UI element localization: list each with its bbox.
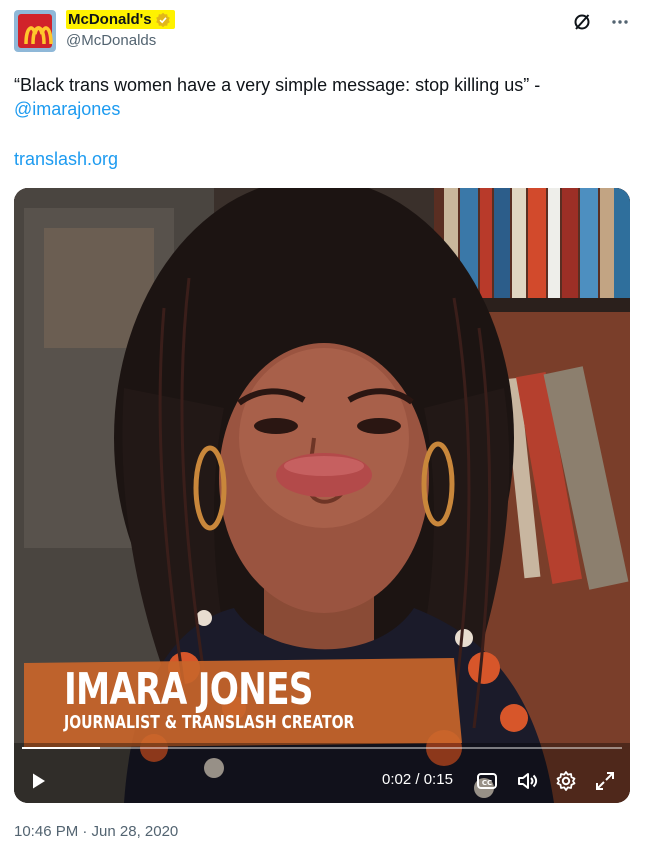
video-progress-fill [22, 747, 100, 749]
volume-icon[interactable] [516, 770, 538, 792]
play-icon[interactable] [30, 772, 48, 790]
time-separator: / [415, 771, 420, 788]
duration: 0:15 [423, 771, 453, 788]
verified-gold-badge-icon [155, 12, 170, 27]
video-controls: 0:02 / 0:15 CC [14, 762, 630, 798]
svg-text:CC: CC [482, 779, 492, 787]
display-name[interactable]: McDonald's [68, 11, 152, 28]
current-time: 0:02 [382, 771, 412, 788]
fullscreen-icon[interactable] [594, 770, 616, 792]
mention-link[interactable]: @imarajones [14, 99, 120, 119]
settings-icon[interactable] [555, 770, 577, 792]
grok-icon[interactable] [572, 12, 592, 32]
handle[interactable]: @McDonalds [66, 32, 175, 49]
tweet-header: McDonald's @McDonalds [14, 10, 634, 54]
tweet-timestamp[interactable]: 10:46 PM · Jun 28, 2020 [14, 823, 178, 840]
tweet-text: “Black trans women have a very simple me… [14, 73, 629, 121]
more-icon[interactable] [610, 12, 630, 32]
tweet-text-main: “Black trans women have a very simple me… [14, 75, 541, 95]
video-progress-bar[interactable] [22, 747, 622, 749]
video-caption-role: JOURNALIST & TRANSLASH CREATOR [64, 712, 355, 733]
video-caption-name: IMARA JONES [64, 664, 313, 715]
avatar[interactable] [14, 10, 56, 52]
display-name-highlight[interactable]: McDonald's [66, 10, 175, 29]
captions-icon[interactable]: CC [476, 770, 498, 792]
external-link[interactable]: translash.org [14, 149, 118, 170]
video-time: 0:02 / 0:15 [382, 771, 453, 788]
video-player[interactable]: IMARA JONES JOURNALIST & TRANSLASH CREAT… [14, 188, 630, 803]
mcdonalds-logo-icon [18, 14, 53, 48]
